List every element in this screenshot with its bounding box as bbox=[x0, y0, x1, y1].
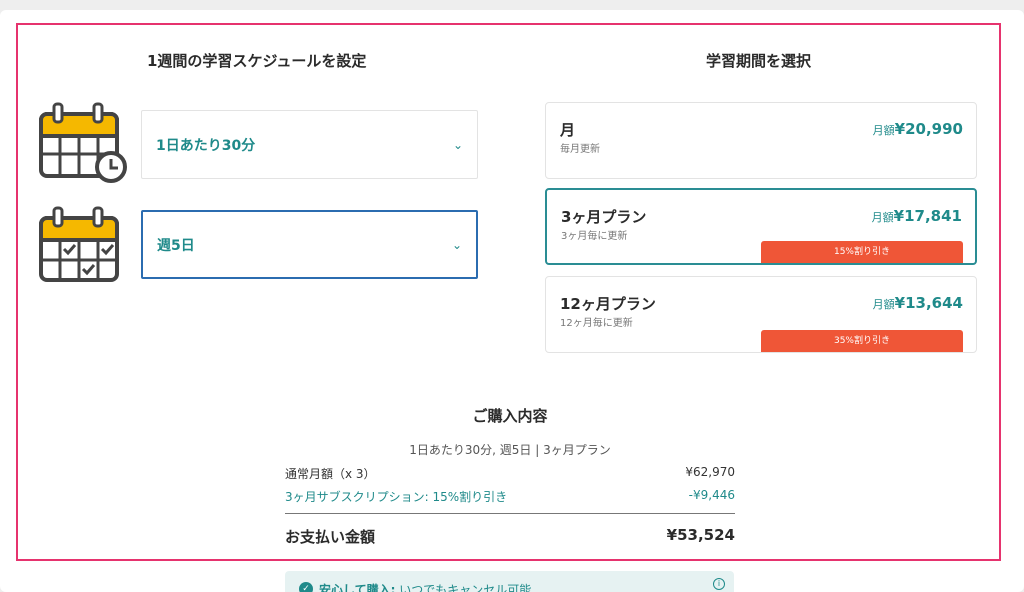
summary-row-regular: 通常月額（x 3） ¥62,970 bbox=[285, 465, 735, 482]
plan-name: 3ヶ月プラン bbox=[561, 208, 647, 226]
plan-price-label: 月額 bbox=[871, 211, 894, 224]
plan-renewal: 3ヶ月毎に更新 bbox=[561, 231, 628, 242]
plan-price-amount: ¥20,990 bbox=[894, 120, 963, 138]
plan-price: 月額¥17,841 bbox=[872, 206, 962, 225]
plan-12-months[interactable]: 12ヶ月プラン 12ヶ月毎に更新 月額¥13,644 35%割り引き bbox=[545, 276, 977, 353]
summary-total: お支払い金額 ¥53,524 bbox=[285, 526, 735, 547]
calendar-check-icon bbox=[39, 206, 119, 282]
summary-row-discount: 3ヶ月サブスクリプション: 15%割り引き -¥9,446 bbox=[285, 488, 735, 505]
daily-time-value: 1日あたり30分 bbox=[156, 137, 256, 154]
days-per-week-select[interactable]: 週5日 ⌄ bbox=[141, 210, 478, 279]
plan-3-months[interactable]: 3ヶ月プラン 3ヶ月毎に更新 月額¥17,841 15%割り引き bbox=[545, 188, 977, 265]
total-label: お支払い金額 bbox=[285, 528, 376, 546]
row-value: ¥62,970 bbox=[685, 465, 735, 479]
check-circle-icon: ✓ bbox=[299, 582, 313, 592]
plan-price-label: 月額 bbox=[872, 298, 895, 311]
notice-strong: 安心して購入: bbox=[319, 583, 396, 592]
plan-price-label: 月額 bbox=[872, 124, 895, 137]
summary-selection: 1日あたり30分, 週5日 | 3ヶ月プラン bbox=[409, 443, 611, 457]
summary-divider bbox=[285, 513, 735, 514]
schedule-heading: 1週間の学習スケジュールを設定 bbox=[147, 52, 367, 70]
info-icon[interactable]: i bbox=[713, 578, 725, 590]
discount-badge: 35%割り引き bbox=[761, 330, 963, 352]
plan-price: 月額¥20,990 bbox=[873, 119, 963, 138]
plan-renewal: 12ヶ月毎に更新 bbox=[560, 318, 633, 329]
days-per-week-value: 週5日 bbox=[157, 237, 195, 254]
daily-time-select[interactable]: 1日あたり30分 ⌄ bbox=[141, 110, 478, 179]
total-value: ¥53,524 bbox=[666, 526, 735, 544]
chevron-down-icon: ⌄ bbox=[452, 137, 463, 152]
plan-price: 月額¥13,644 bbox=[873, 293, 963, 312]
summary-title: ご購入内容 bbox=[472, 407, 548, 425]
plan-name: 月 bbox=[560, 121, 576, 139]
row-value: -¥9,446 bbox=[688, 488, 735, 502]
cancel-anytime-notice: ✓ 安心して購入: いつでもキャンセル可能 i bbox=[285, 571, 734, 592]
chevron-down-icon: ⌄ bbox=[451, 237, 462, 252]
plan-price-amount: ¥17,841 bbox=[893, 207, 962, 225]
plan-price-amount: ¥13,644 bbox=[894, 294, 963, 312]
plan-monthly[interactable]: 月 毎月更新 月額¥20,990 bbox=[545, 102, 977, 179]
plan-renewal: 毎月更新 bbox=[560, 144, 600, 155]
discount-badge: 15%割り引き bbox=[761, 241, 963, 263]
row-label: 通常月額（x 3） bbox=[285, 467, 376, 481]
plan-name: 12ヶ月プラン bbox=[560, 295, 656, 313]
notice-text: 安心して購入: いつでもキャンセル可能 bbox=[319, 581, 531, 592]
calendar-clock-icon bbox=[39, 102, 127, 183]
period-heading: 学習期間を選択 bbox=[706, 52, 812, 70]
notice-body: いつでもキャンセル可能 bbox=[395, 583, 532, 592]
row-label: 3ヶ月サブスクリプション: 15%割り引き bbox=[285, 490, 508, 504]
